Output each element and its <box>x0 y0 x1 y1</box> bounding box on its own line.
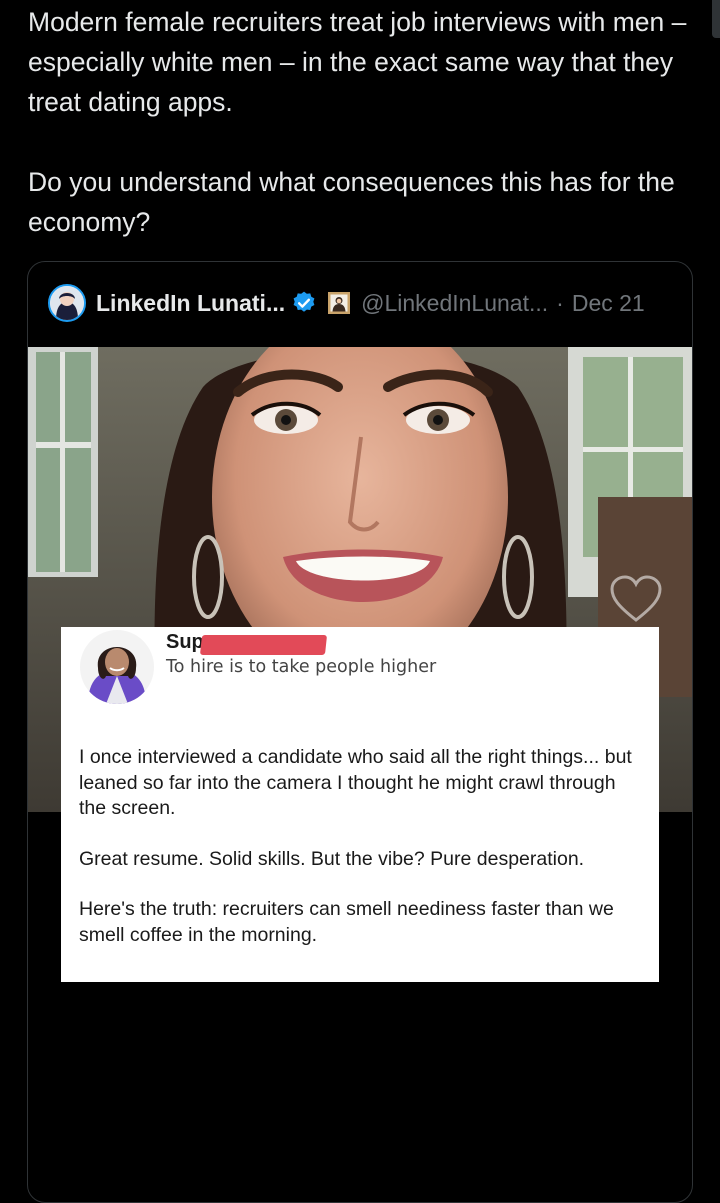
quoted-tweet-card[interactable]: LinkedIn Lunati... @LinkedInLunat... · D… <box>27 261 693 1203</box>
tweet-paragraph: Modern female recruiters treat job inter… <box>28 7 694 117</box>
heart-icon <box>610 575 662 622</box>
post-paragraph: I once interviewed a candidate who said … <box>79 746 632 819</box>
quoted-tweet-header: LinkedIn Lunati... @LinkedInLunat... · D… <box>48 284 645 322</box>
embedded-post-screenshot: Sup To hire is to take people higher I o… <box>61 627 659 982</box>
redaction-mark <box>199 635 328 655</box>
post-author-avatar <box>80 630 154 704</box>
framed-picture-emoji-icon <box>328 292 351 314</box>
avatar[interactable] <box>48 284 86 322</box>
scrollbar[interactable] <box>712 0 720 38</box>
tweet-paragraph: Do you understand what consequences this… <box>28 167 683 237</box>
post-author-name: Sup <box>166 631 204 653</box>
verified-badge-icon <box>293 291 315 312</box>
post-author-tagline: To hire is to take people higher <box>166 657 437 677</box>
tweet-text: Modern female recruiters treat job inter… <box>28 2 700 242</box>
separator-dot: · <box>556 289 564 316</box>
display-name[interactable]: LinkedIn Lunati... <box>96 290 285 317</box>
post-date[interactable]: Dec 21 <box>572 290 645 317</box>
post-paragraph: Here's the truth: recruiters can smell n… <box>79 898 614 946</box>
post-paragraph: Great resume. Solid skills. But the vibe… <box>79 847 585 870</box>
post-body: I once interviewed a candidate who said … <box>79 745 639 948</box>
handle[interactable]: @LinkedInLunat... <box>361 290 548 317</box>
